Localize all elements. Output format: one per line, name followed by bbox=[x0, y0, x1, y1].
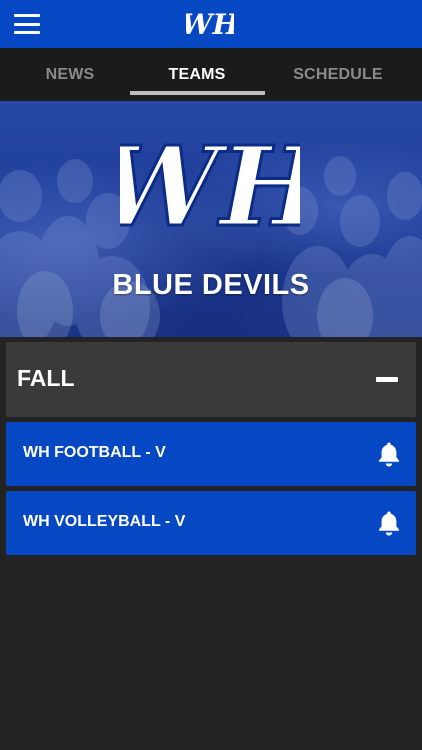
hero-logo: WH bbox=[120, 121, 300, 253]
school-logo: WH bbox=[181, 5, 240, 43]
top-app-bar: WH bbox=[0, 0, 422, 48]
tab-schedule[interactable]: SCHEDULE bbox=[268, 48, 408, 101]
section-title: FALL bbox=[17, 365, 75, 391]
section-header-fall[interactable]: FALL bbox=[6, 342, 416, 417]
bell-icon[interactable] bbox=[377, 441, 401, 467]
hero-logo-lettering: WH bbox=[120, 122, 300, 251]
bell-icon[interactable] bbox=[377, 510, 401, 536]
team-row-volleyball[interactable]: WH VOLLEYBALL - V bbox=[6, 491, 416, 555]
team-name: WH VOLLEYBALL - V bbox=[23, 513, 186, 530]
logo-lettering: WH bbox=[186, 8, 234, 41]
hero-title: BLUE DEVILS bbox=[112, 269, 310, 301]
active-tab-indicator bbox=[130, 91, 265, 95]
team-name: WH FOOTBALL - V bbox=[23, 444, 166, 461]
hamburger-menu-icon[interactable] bbox=[14, 14, 40, 34]
tab-news[interactable]: NEWS bbox=[0, 48, 140, 101]
hero-banner: WH BLUE DEVILS bbox=[0, 101, 422, 337]
team-row-football[interactable]: WH FOOTBALL - V bbox=[6, 422, 416, 486]
minus-icon[interactable] bbox=[376, 377, 398, 382]
